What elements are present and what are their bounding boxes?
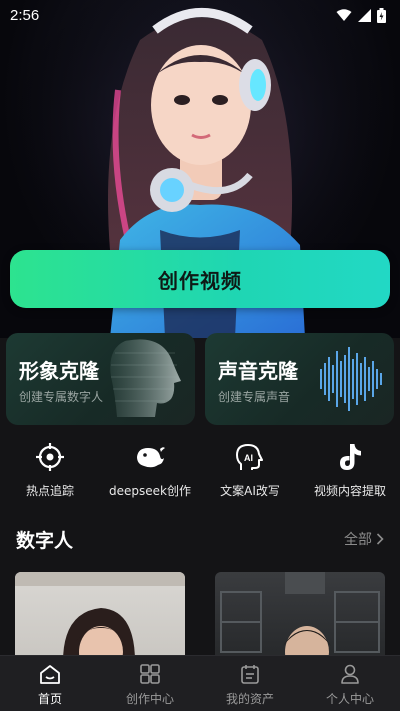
svg-text:AI: AI — [244, 453, 253, 463]
crosshair-icon — [36, 443, 64, 471]
nav-label: 首页 — [37, 692, 62, 706]
digital-human-card[interactable] — [215, 572, 385, 662]
ai-head-icon: AI — [236, 444, 263, 470]
voice-clone-card[interactable]: 声音克隆 创建专属声音 — [205, 333, 394, 425]
signal-icon — [358, 8, 371, 22]
nav-creation-center[interactable]: 创作中心 — [100, 656, 200, 711]
nav-label: 个人中心 — [325, 692, 374, 706]
wifi-icon — [336, 8, 352, 21]
create-video-button[interactable]: 创作视频 — [10, 250, 390, 308]
status-icons — [336, 7, 386, 23]
status-bar: 2:56 — [0, 0, 400, 30]
digital-human-portrait — [15, 572, 185, 662]
tool-label: 视频内容提取 — [313, 484, 386, 498]
nav-home[interactable]: 首页 — [0, 656, 100, 711]
calendar-icon — [241, 665, 259, 684]
nav-profile[interactable]: 个人中心 — [300, 656, 400, 711]
create-video-label: 创作视频 — [158, 268, 242, 293]
tool-label: 热点追踪 — [25, 484, 74, 498]
battery-icon — [377, 7, 386, 23]
tool-deepseek[interactable]: deepseek创作 — [100, 440, 200, 510]
tool-label: deepseek创作 — [109, 484, 191, 498]
avatar-clone-subtitle: 创建专属数字人 — [19, 390, 104, 404]
tool-video-extract[interactable]: 视频内容提取 — [300, 440, 400, 510]
digital-face-icon — [110, 339, 181, 417]
tool-label: 文案AI改写 — [220, 484, 280, 498]
tool-hot-tracking[interactable]: 热点追踪 — [0, 440, 100, 510]
nav-label: 创作中心 — [125, 692, 174, 706]
voice-clone-subtitle: 创建专属声音 — [218, 390, 291, 404]
see-all-label: 全部 — [344, 532, 372, 548]
voice-clone-title: 声音克隆 — [218, 359, 298, 383]
section-title: 数字人 — [16, 529, 74, 552]
avatar-clone-title: 形象克隆 — [19, 359, 99, 383]
home-icon — [40, 665, 60, 684]
status-time: 2:56 — [10, 6, 40, 24]
whale-icon — [137, 447, 165, 468]
digital-human-section-header: 数字人 全部 — [16, 524, 384, 554]
tool-copy-ai-rewrite[interactable]: AI 文案AI改写 — [200, 440, 300, 510]
sound-wave-icon — [320, 347, 382, 411]
grid-icon — [140, 664, 160, 684]
avatar-clone-card[interactable]: 形象克隆 创建专属数字人 — [6, 333, 195, 425]
bottom-navigation: 首页 创作中心 我的资产 个人中心 — [0, 655, 400, 711]
digital-human-portrait — [220, 572, 380, 662]
digital-human-card[interactable] — [15, 572, 185, 662]
person-icon — [341, 664, 359, 684]
see-all-link[interactable]: 全部 — [344, 529, 384, 549]
nav-my-assets[interactable]: 我的资产 — [200, 656, 300, 711]
tiktok-icon — [340, 444, 361, 470]
nav-label: 我的资产 — [225, 692, 274, 706]
quick-tools: 热点追踪 deepseek创作 AI 文案AI改写 视频内容提取 — [0, 440, 400, 510]
chevron-right-icon — [376, 533, 384, 545]
